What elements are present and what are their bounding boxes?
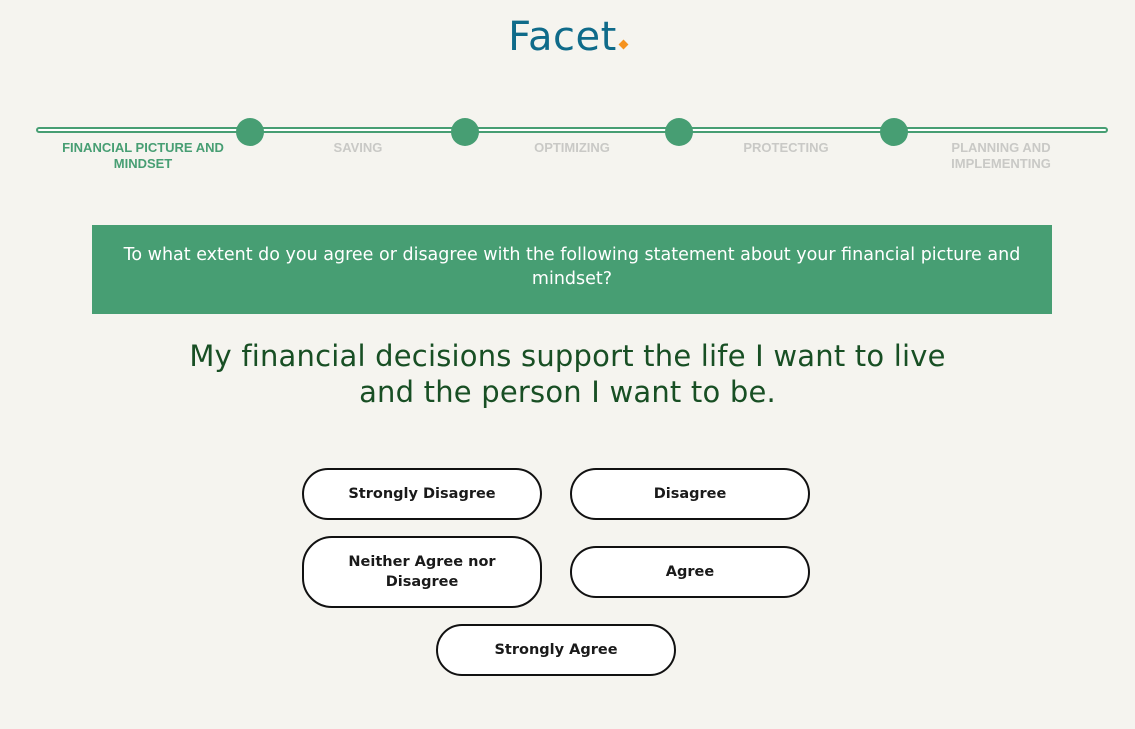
answer-disagree-button[interactable]: Disagree — [570, 468, 810, 520]
step-label-financial-picture: Financial Picture and Mindset — [62, 140, 224, 171]
question-prompt-banner: To what extent do you agree or disagree … — [92, 225, 1052, 314]
step-label-saving: Saving — [333, 140, 383, 155]
assessment-page: Facet Financial Picture and Mindset Savi… — [0, 0, 1135, 729]
answer-strongly-agree-button[interactable]: Strongly Agree — [436, 624, 676, 676]
question-prompt: To what extent do you agree or disagree … — [123, 245, 1021, 289]
question-statement: My financial decisions support the life … — [189, 339, 946, 409]
logo-dot-icon — [618, 39, 629, 50]
step-label-planning: Planning and Implementing — [951, 140, 1051, 171]
facet-logo[interactable]: Facet — [0, 12, 1135, 62]
progress-track — [36, 127, 1108, 133]
answer-agree-button[interactable]: Agree — [570, 546, 810, 598]
logo-text: Facet — [508, 14, 617, 60]
step-label-optimizing: Optimizing — [534, 140, 610, 155]
step-label-protecting: Protecting — [743, 140, 829, 155]
answer-neither-button[interactable]: Neither Agree nor Disagree — [302, 536, 542, 608]
answer-strongly-disagree-button[interactable]: Strongly Disagree — [302, 468, 542, 520]
